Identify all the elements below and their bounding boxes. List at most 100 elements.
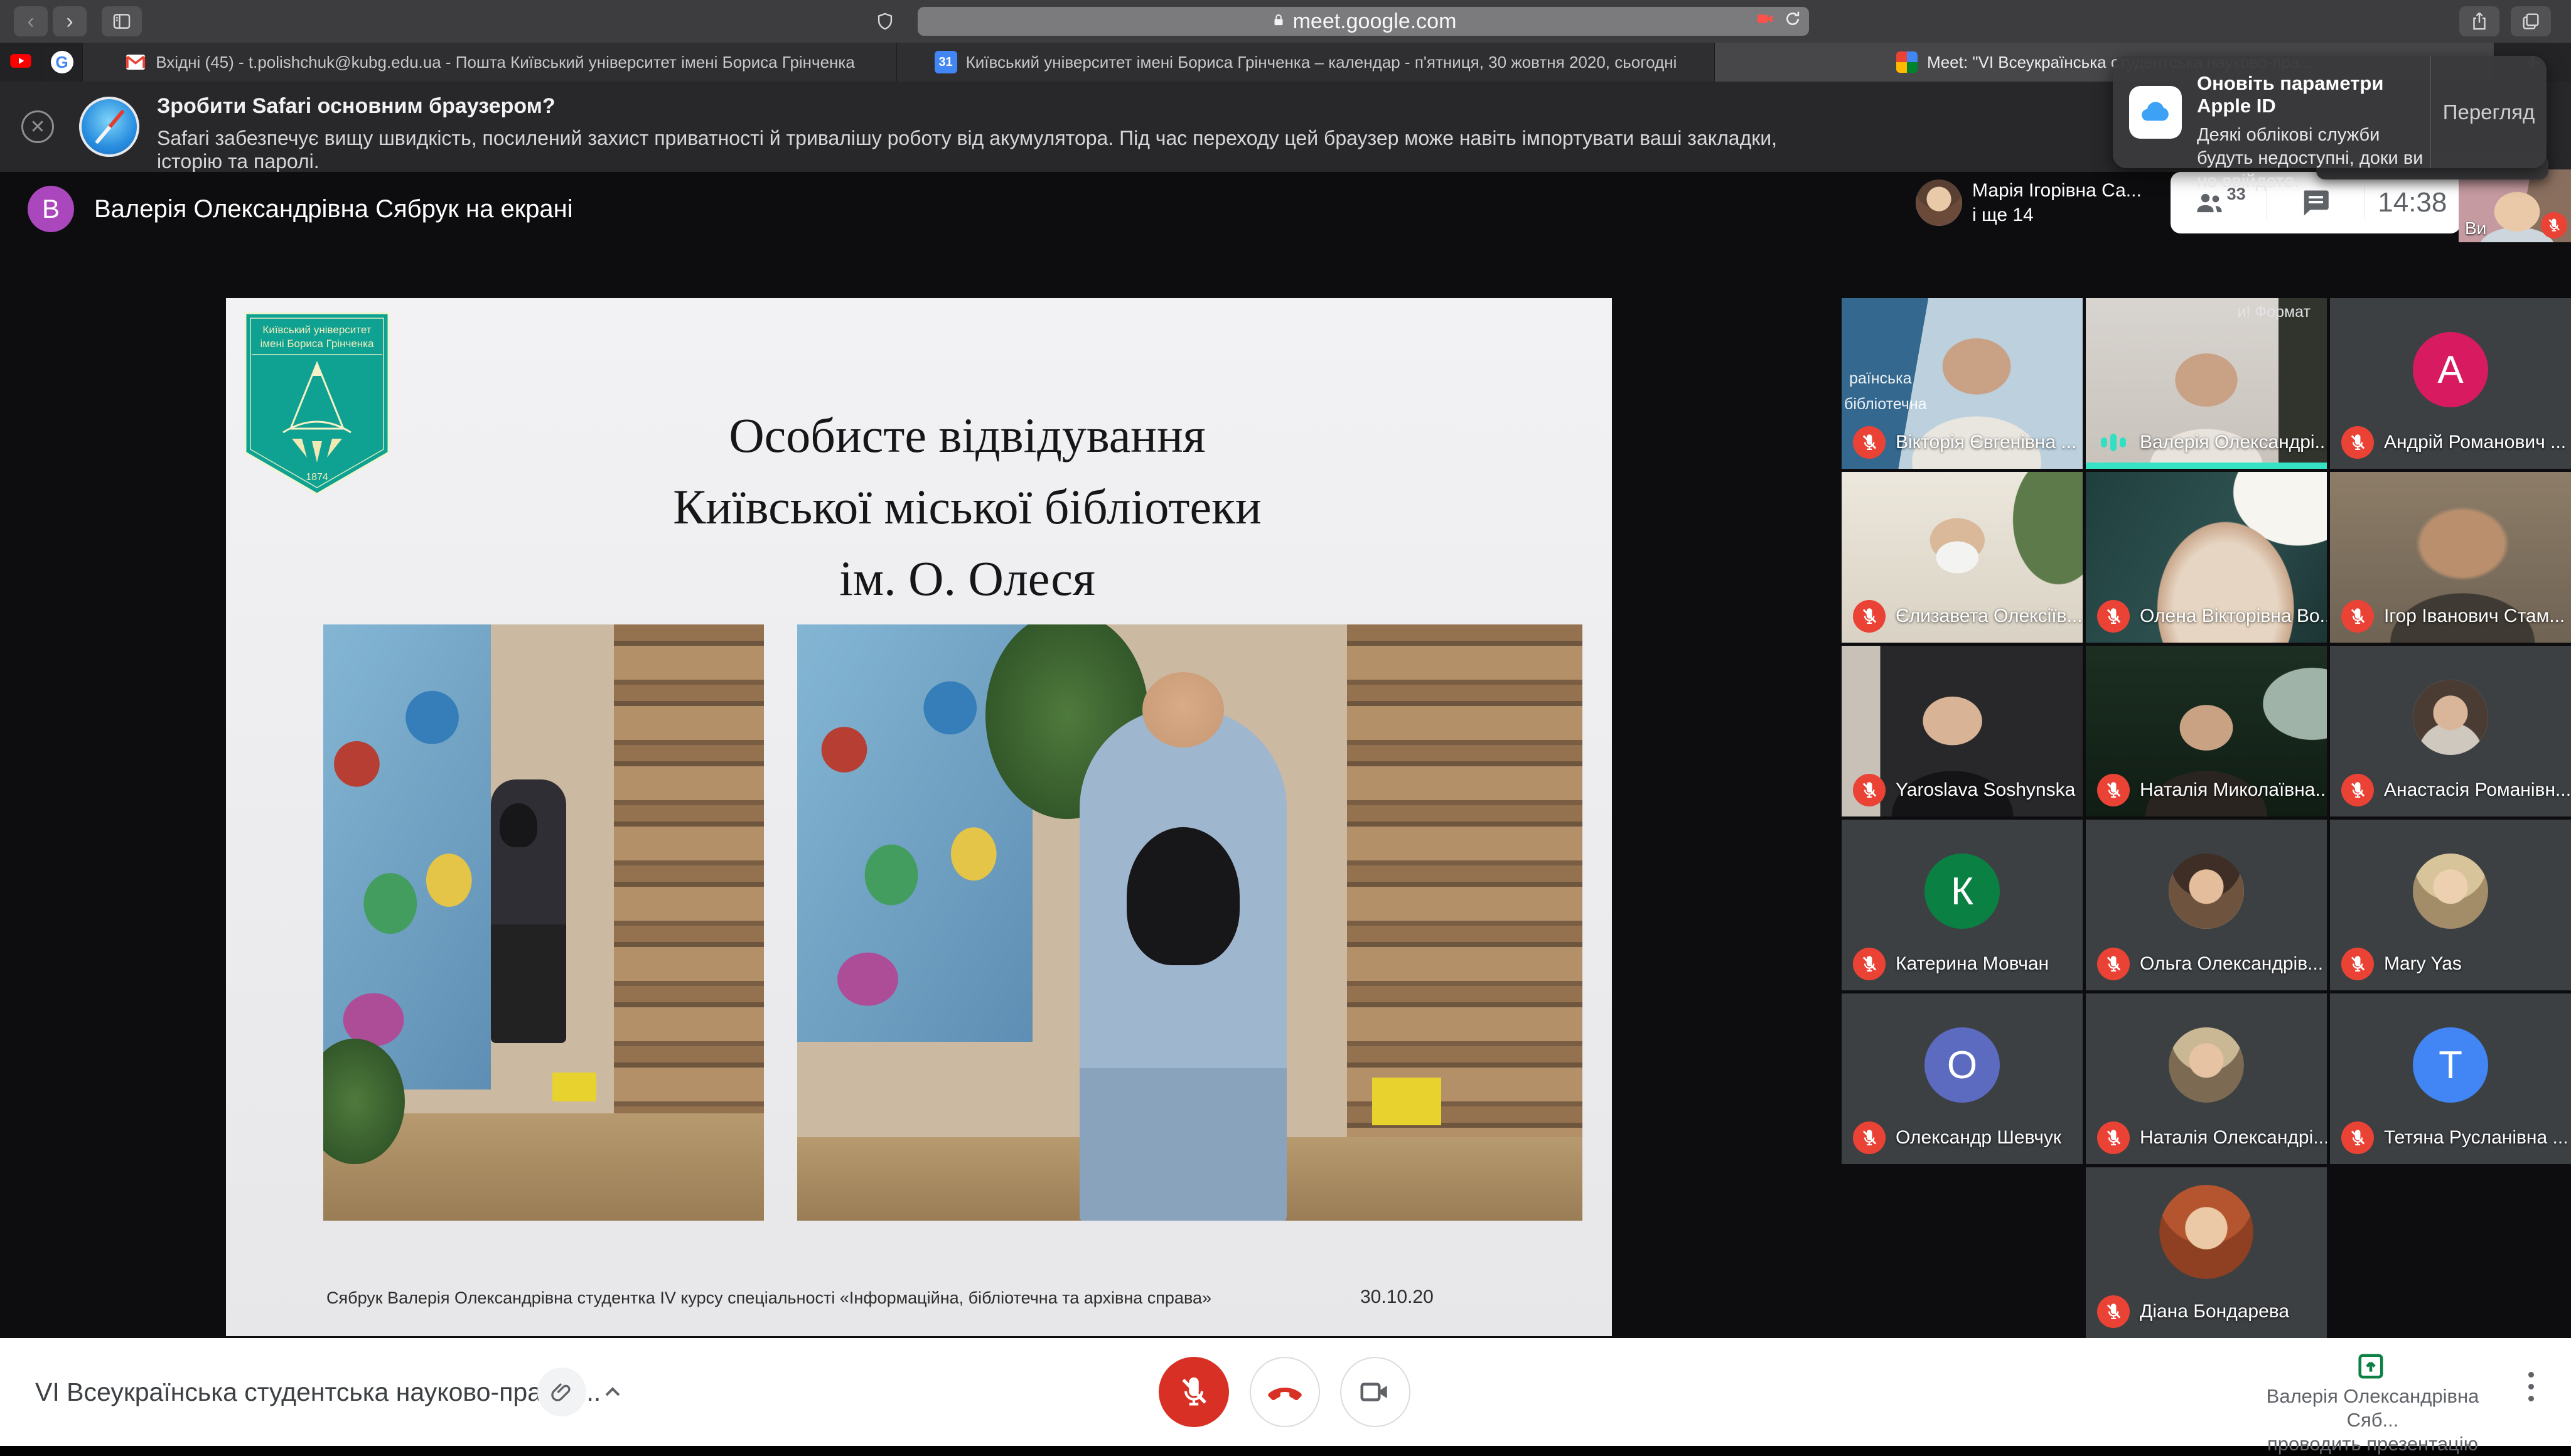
participant-name: Yaroslava Soshynska (1896, 779, 2075, 801)
mic-muted-icon (2341, 948, 2374, 980)
participant-tile[interactable]: Наталія Олександрі... (2086, 993, 2327, 1164)
mic-muted-icon (2341, 426, 2374, 459)
mic-muted-icon (1853, 948, 1886, 980)
participant-name: Вікторія Євгенівна ... (1896, 432, 2076, 453)
safari-toolbar: ‹ › meet.google.com (0, 0, 2571, 43)
back-button[interactable]: ‹ (14, 6, 48, 36)
forward-button[interactable]: › (53, 6, 87, 36)
pinned-tab-youtube[interactable] (0, 43, 41, 82)
participant-tile[interactable]: А Андрій Романович ... (2330, 298, 2571, 469)
participant-pill-avatar (1916, 179, 1962, 226)
participant-name: Олена Вікторівна Во... (2140, 606, 2327, 627)
participant-tile[interactable]: ООлександр Шевчук (1842, 993, 2083, 1164)
photo-avatar (2169, 1027, 2244, 1103)
participant-tile[interactable]: Олена Вікторівна Во... (2086, 472, 2327, 643)
mic-muted-icon (2341, 774, 2374, 806)
reload-icon[interactable] (1783, 9, 1803, 35)
selfview-label: Ви (2465, 218, 2486, 238)
letter-avatar: О (1924, 1027, 2000, 1103)
url-text: meet.google.com (1293, 9, 1457, 34)
presenting-status: Валерія Олександрівна Сяб... проводить п… (2238, 1384, 2508, 1456)
youtube-icon (8, 48, 33, 77)
participant-pill-name: Марія Ігорівна Са... (1972, 178, 2142, 203)
meeting-name[interactable]: VI Всеукраїнська студентська науково-пра… (35, 1338, 601, 1446)
participant-grid: раїнськабібліотечнаВікторія Євгенівна ..… (1842, 298, 2571, 1338)
participant-tile[interactable]: раїнськабібліотечнаВікторія Євгенівна ..… (1842, 298, 2083, 469)
end-call-button[interactable] (1250, 1357, 1320, 1427)
letter-avatar: Т (2413, 1027, 2488, 1103)
mute-microphone-button[interactable] (1159, 1357, 1229, 1427)
participant-name: Валерія Олександрі... (2140, 432, 2327, 453)
privacy-shield-icon[interactable] (866, 6, 904, 36)
mic-muted-icon (2541, 212, 2567, 238)
svg-text:імені Бориса Грінченка: імені Бориса Грінченка (260, 338, 374, 350)
participant-name: Діана Бондарева (2140, 1301, 2289, 1322)
photo-avatar (2413, 854, 2488, 929)
participant-tile[interactable]: Наталія Миколаївна... (2086, 646, 2327, 816)
presenting-banner-text: Валерія Олександрівна Сябрук на екрані (94, 186, 573, 232)
participant-tile[interactable]: Анастасія Романівн... (2330, 646, 2571, 816)
address-bar[interactable]: meet.google.com (918, 7, 1809, 36)
camera-button[interactable] (1340, 1357, 1410, 1427)
pinned-tab-google[interactable]: G (41, 43, 83, 82)
gmail-icon (124, 51, 147, 73)
photo-avatar (2413, 680, 2488, 755)
mic-muted-icon (1853, 426, 1886, 459)
tab-gmail[interactable]: Вхідні (45) - t.polishchuk@kubg.edu.ua -… (83, 43, 897, 82)
tab-overview-icon[interactable] (2511, 6, 2551, 36)
svg-text:Київський університет: Київський університет (262, 324, 371, 336)
mic-muted-icon (2097, 774, 2130, 806)
lock-icon (1270, 9, 1287, 34)
mic-muted-icon (2341, 1121, 2374, 1154)
participant-tile[interactable]: Yaroslava Soshynska (1842, 646, 2083, 816)
participant-name: Ольга Олександрів... (2140, 953, 2323, 975)
slide-caption: Сябрук Валерія Олександрівна студентка I… (326, 1288, 1211, 1308)
close-icon[interactable]: ✕ (21, 110, 54, 143)
participant-tile[interactable]: Ігор Іванович Стам... (2330, 472, 2571, 643)
video-overlay-text: и! Формат (2237, 303, 2311, 321)
participant-tile[interactable]: Mary Yas (2330, 820, 2571, 990)
meet-icon (1896, 51, 1918, 73)
slide-date: 30.10.20 (1360, 1287, 1434, 1308)
banner-body: Safari забезпечує вищу швидкість, посиле… (157, 127, 1789, 173)
letter-avatar: А (2413, 332, 2488, 407)
notification-action-button[interactable]: Перегляд (2430, 56, 2547, 168)
participant-tile[interactable]: Діана Бондарева (2086, 1167, 2327, 1338)
tab-label: Вхідні (45) - t.polishchuk@kubg.edu.ua -… (156, 53, 855, 72)
participant-tile[interactable]: и! Формат Валерія Олександрі... (2086, 298, 2327, 469)
share-icon[interactable] (2459, 6, 2499, 36)
selfview-thumbnail[interactable]: Ви (2459, 169, 2571, 242)
safari-icon (79, 97, 139, 157)
notification-body: Деякі облікові служби будуть недоступні,… (2197, 124, 2430, 193)
more-options-icon[interactable] (2528, 1372, 2535, 1408)
mic-muted-icon (2097, 948, 2130, 980)
participant-pill[interactable]: Марія Ігорівна Са... і ще 14 (1972, 178, 2142, 227)
presenter-avatar: B (28, 186, 74, 232)
slide-photo-library-wide (323, 624, 764, 1221)
chevron-up-icon[interactable] (598, 1377, 628, 1407)
participant-name: Анастасія Романівн... (2384, 779, 2571, 801)
participant-name: Наталія Олександрі... (2140, 1127, 2327, 1148)
participant-pill-more: і ще 14 (1972, 203, 2142, 227)
notification-title: Оновіть параметри Apple ID (2197, 72, 2430, 117)
participant-name: Катерина Мовчан (1896, 953, 2049, 975)
camera-active-icon (1755, 9, 1775, 35)
mic-muted-icon (2097, 1121, 2130, 1154)
presenting-icon (2356, 1352, 2385, 1381)
tab-calendar[interactable]: 31 Київський університет імені Бориса Гр… (897, 43, 1715, 82)
attachment-icon[interactable] (537, 1368, 586, 1416)
participant-tile[interactable]: ККатерина Мовчан (1842, 820, 2083, 990)
mic-muted-icon (2097, 1295, 2130, 1328)
participant-tile[interactable]: Ольга Олександрів... (2086, 820, 2327, 990)
participant-tile[interactable]: Єлизавета Олексіїв... (1842, 472, 2083, 643)
slide-title: Особисте відвідування Київської міської … (226, 400, 1612, 614)
speaking-indicator-icon (2097, 426, 2130, 459)
banner-title: Зробити Safari основним браузером? (157, 94, 556, 119)
apple-id-notification[interactable]: Оновіть параметри Apple ID Деякі обліков… (2113, 56, 2547, 168)
video-overlay-text: раїнська (1849, 370, 1911, 388)
participant-name: Андрій Романович ... (2384, 432, 2566, 453)
photo-avatar (2169, 854, 2244, 929)
participant-tile[interactable]: ТТетяна Русланівна ... (2330, 993, 2571, 1164)
mic-muted-icon (2097, 600, 2130, 633)
sidebar-icon[interactable] (102, 6, 142, 36)
